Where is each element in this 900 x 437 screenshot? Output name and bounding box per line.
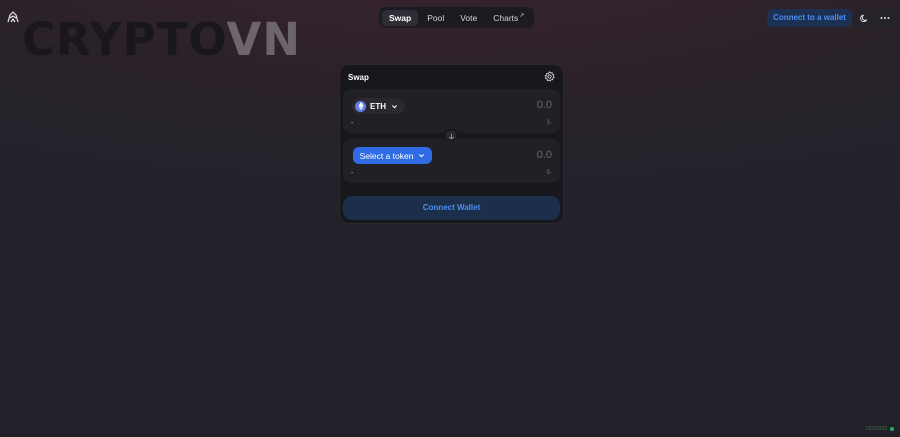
nav-tab-pool[interactable]: Pool	[420, 10, 451, 26]
select-token-label: Select a token	[359, 150, 414, 161]
unicorn-logo-icon[interactable]	[6, 10, 20, 24]
input-usd-value: $-	[546, 120, 552, 126]
connect-to-wallet-button[interactable]: Connect to a wallet	[767, 9, 852, 27]
ellipsis-icon	[880, 17, 890, 19]
top-nav: Swap Pool Vote Charts↗	[379, 7, 535, 28]
more-menu-button[interactable]	[876, 9, 894, 27]
chevron-down-icon	[391, 104, 398, 108]
input-balance: -	[351, 120, 354, 127]
block-status[interactable]: 13501920	[865, 426, 894, 432]
select-token-button[interactable]: Select a token	[353, 147, 432, 164]
eth-diamond-icon	[357, 102, 364, 110]
output-token-panel: Select a token 0.0 - $-	[343, 139, 560, 183]
watermark-dark-part: CRYPTO	[22, 13, 227, 66]
nav-tab-pool-label: Pool	[427, 12, 445, 23]
chevron-down-icon	[419, 154, 425, 158]
eth-icon	[355, 100, 366, 112]
nav-tab-charts-label: Charts	[493, 12, 519, 23]
nav-tab-swap[interactable]: Swap	[382, 9, 419, 26]
connect-wallet-button[interactable]: Connect Wallet	[343, 196, 560, 220]
output-usd-value: $-	[546, 170, 552, 176]
nav-tab-vote-label: Vote	[460, 12, 478, 23]
moon-icon	[859, 14, 867, 22]
block-number: 13501920	[864, 426, 887, 432]
input-token-panel: ETH 0.0 - $-	[343, 89, 560, 133]
output-amount-field[interactable]: 0.0	[537, 149, 552, 161]
brand-watermark: CRYPTOVN	[22, 16, 301, 64]
nav-tab-vote[interactable]: Vote	[453, 10, 484, 26]
gear-icon[interactable]	[544, 71, 555, 82]
theme-toggle-button[interactable]	[855, 9, 873, 27]
watermark-light-part: VN	[226, 13, 302, 66]
output-balance: -	[351, 170, 354, 177]
nav-tab-swap-label: Swap	[389, 12, 412, 23]
swap-title: Swap	[348, 73, 369, 82]
swap-card: Swap ETH 0.0 - $- Select a token 0.0 - $…	[339, 64, 564, 224]
input-amount-field[interactable]: 0.0	[537, 99, 552, 111]
status-dot-icon	[890, 427, 894, 431]
nav-tab-charts[interactable]: Charts↗	[486, 10, 531, 26]
input-token-symbol: ETH	[370, 101, 386, 111]
external-link-icon: ↗	[519, 12, 525, 19]
input-token-selector[interactable]: ETH	[352, 98, 405, 114]
